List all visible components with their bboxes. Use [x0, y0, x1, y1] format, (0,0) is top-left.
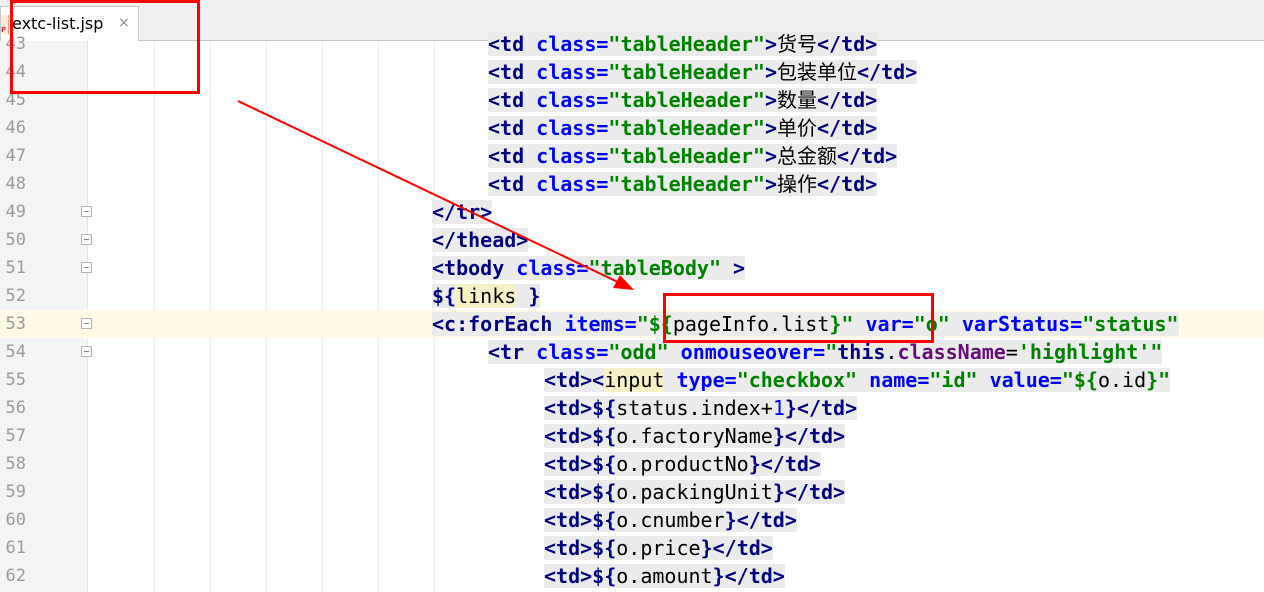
- annotation-arrow: [237, 100, 634, 290]
